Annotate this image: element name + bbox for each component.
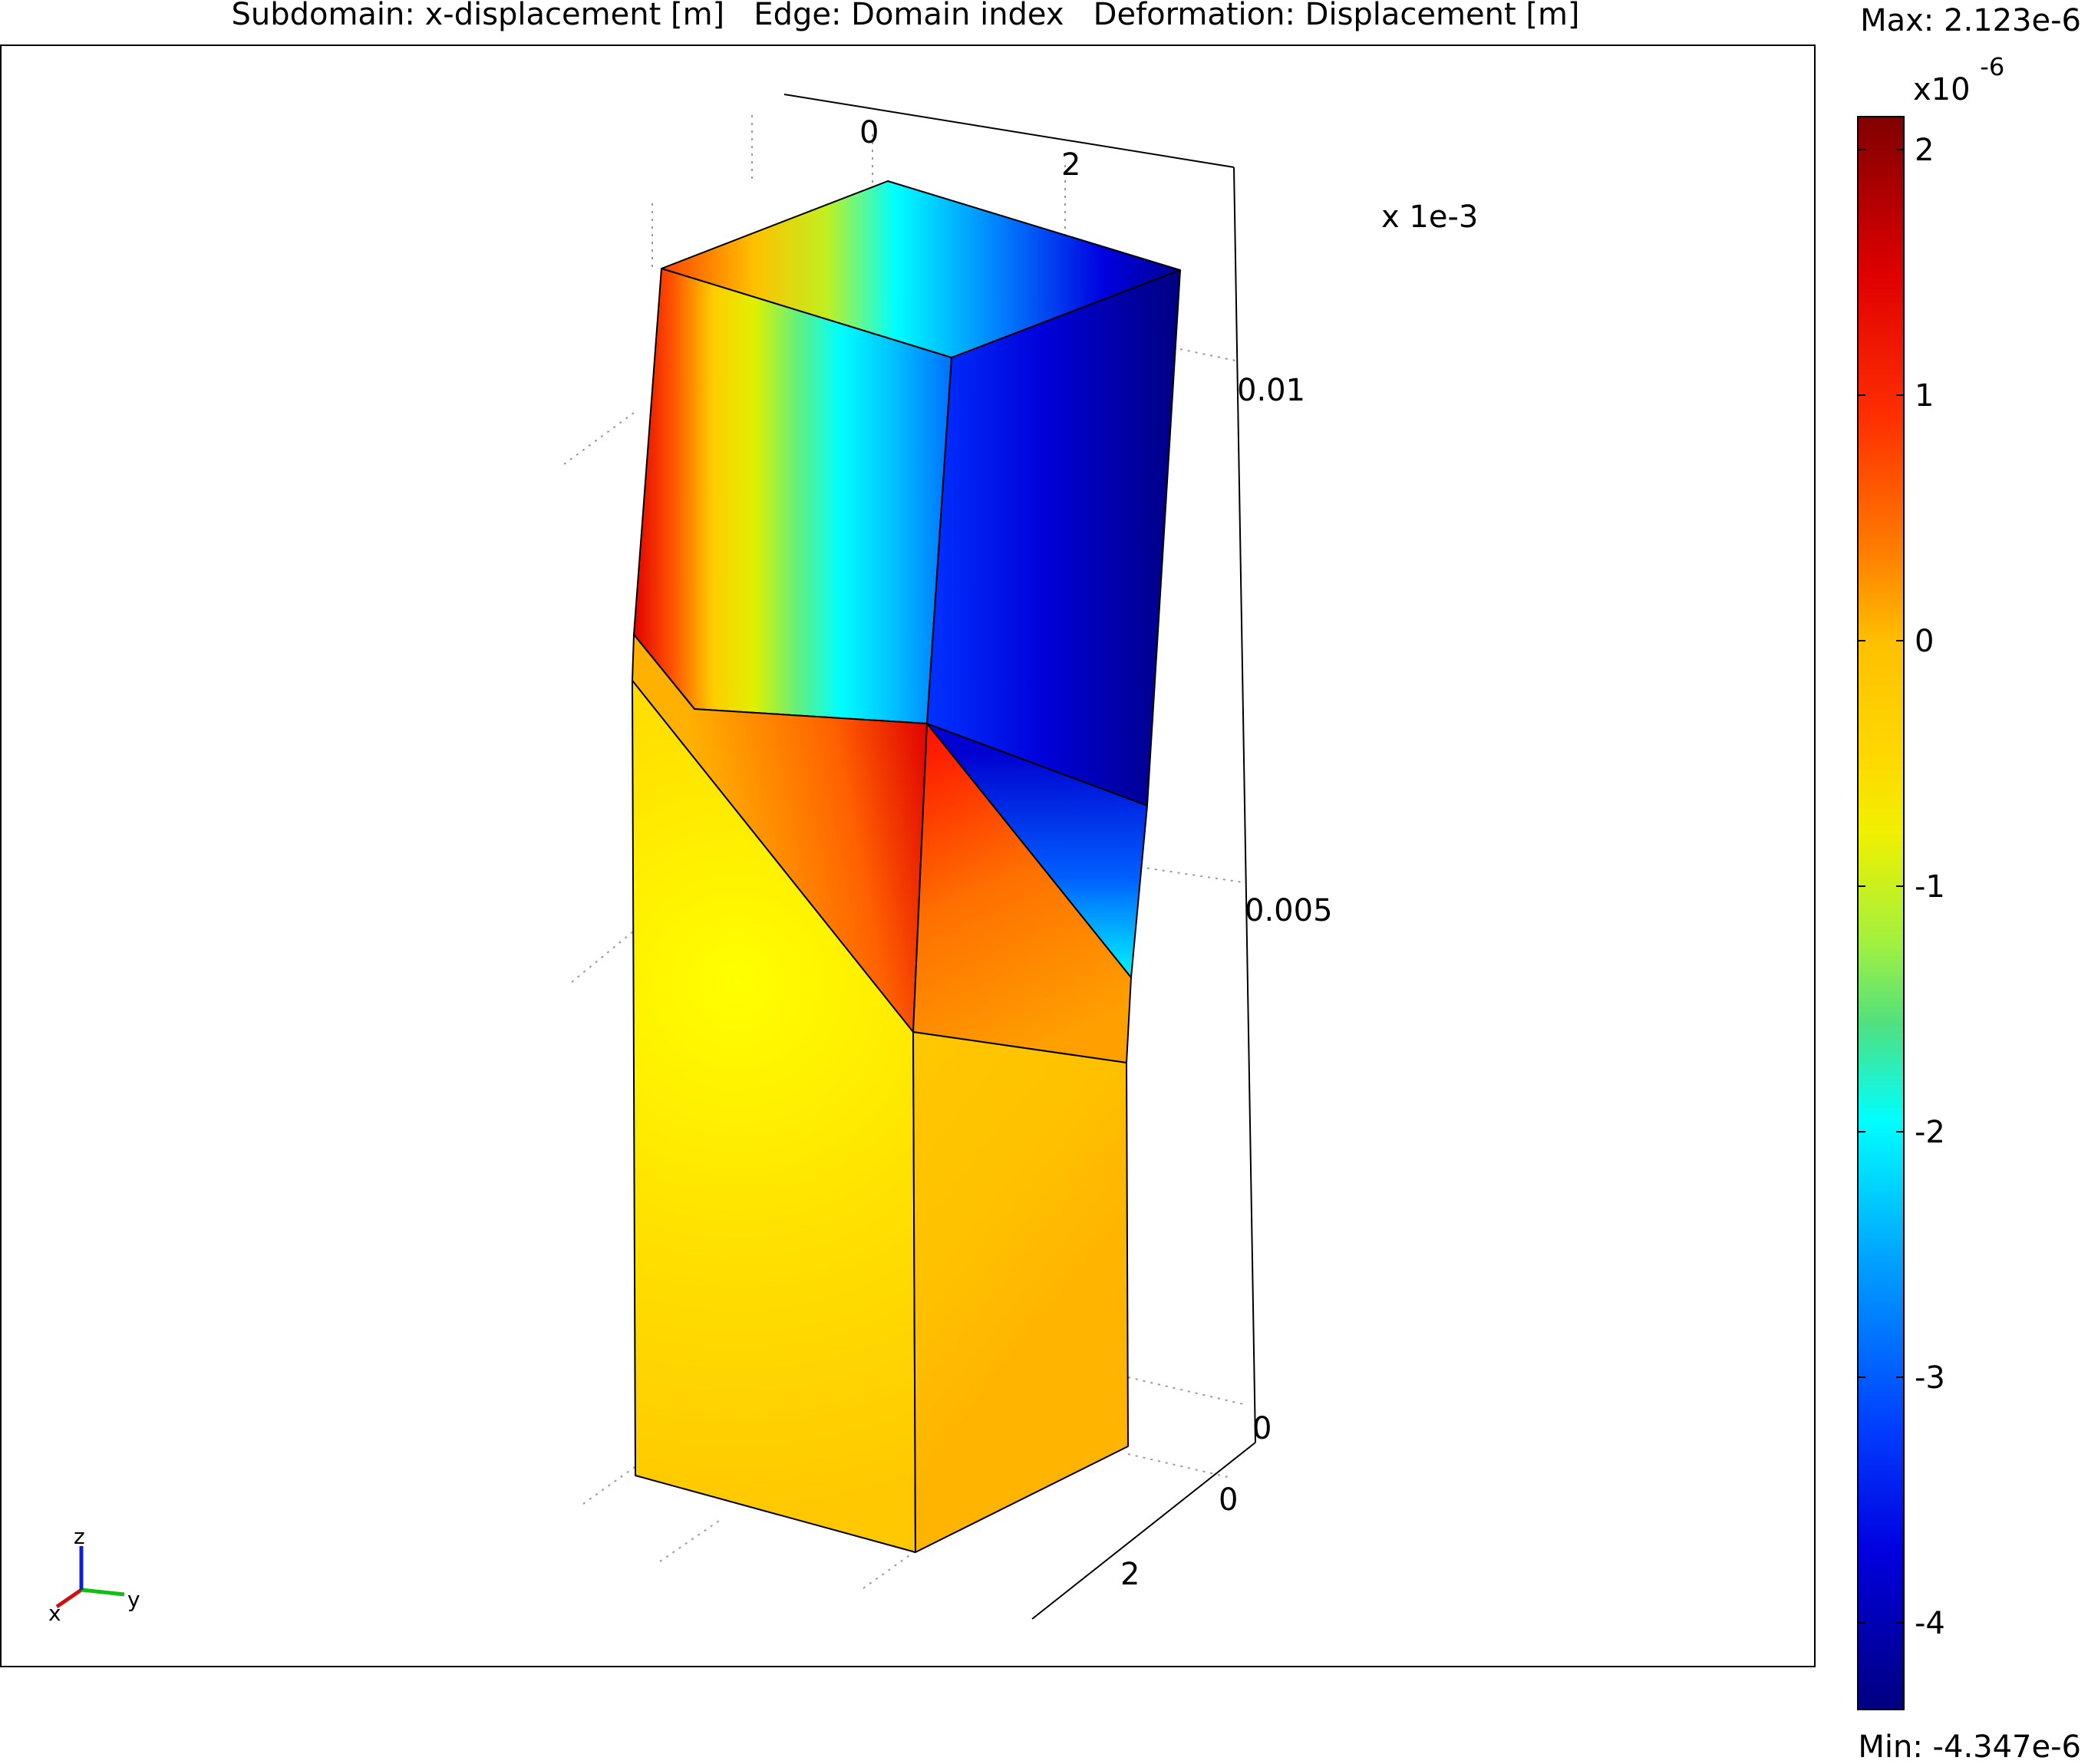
colorbar-tick-label: -3 <box>1915 1360 1945 1396</box>
colorbar: Max: 2.123e-6 x10 -6 2 1 0 -1 -2 -3 -4 M… <box>1857 3 2081 1764</box>
y-tick-0: 0 <box>1219 1482 1238 1518</box>
colorbar-multiplier-base: x10 <box>1913 72 1971 107</box>
triad-y-axis <box>81 1588 125 1597</box>
x-tick-0: 0 <box>859 115 879 150</box>
colorbar-gradient <box>1857 116 1905 1710</box>
colorbar-multiplier-exp: -6 <box>1980 52 2004 81</box>
colorbar-tick-label: -1 <box>1915 869 1945 905</box>
colorbar-tick-label: 1 <box>1915 378 1934 414</box>
triad-y-label: y <box>127 1587 140 1612</box>
colorbar-tick-label: 0 <box>1915 624 1934 659</box>
lower-right-face <box>912 1031 1129 1553</box>
x-tick-2: 2 <box>1061 147 1080 183</box>
colorbar-multiplier: x10 -6 <box>1913 52 2004 107</box>
z-tick-0-01: 0.01 <box>1237 373 1305 408</box>
z-tick-0-005: 0.005 <box>1245 893 1333 928</box>
y-tick-2: 2 <box>1120 1557 1140 1592</box>
scale-factor-label: x 1e-3 <box>1381 199 1478 235</box>
triad-x-label: x <box>48 1601 61 1626</box>
axes-triad: x y z <box>48 1524 140 1626</box>
deformed-block <box>632 180 1181 1553</box>
plot-canvas: Subdomain: x-displacement [m] Edge: Doma… <box>0 0 2081 1764</box>
colorbar-tick-label: -4 <box>1915 1606 1945 1641</box>
triad-z-label: z <box>74 1524 85 1549</box>
colorbar-tick-label: -2 <box>1915 1115 1945 1150</box>
colorbar-tick-label: 2 <box>1915 133 1934 168</box>
plot-title: Subdomain: x-displacement [m] Edge: Doma… <box>231 0 1579 32</box>
z-tick-0: 0 <box>1252 1411 1272 1446</box>
colorbar-max-label: Max: 2.123e-6 <box>1860 3 2081 38</box>
colorbar-min-label: Min: -4.347e-6 <box>1858 1729 2081 1764</box>
